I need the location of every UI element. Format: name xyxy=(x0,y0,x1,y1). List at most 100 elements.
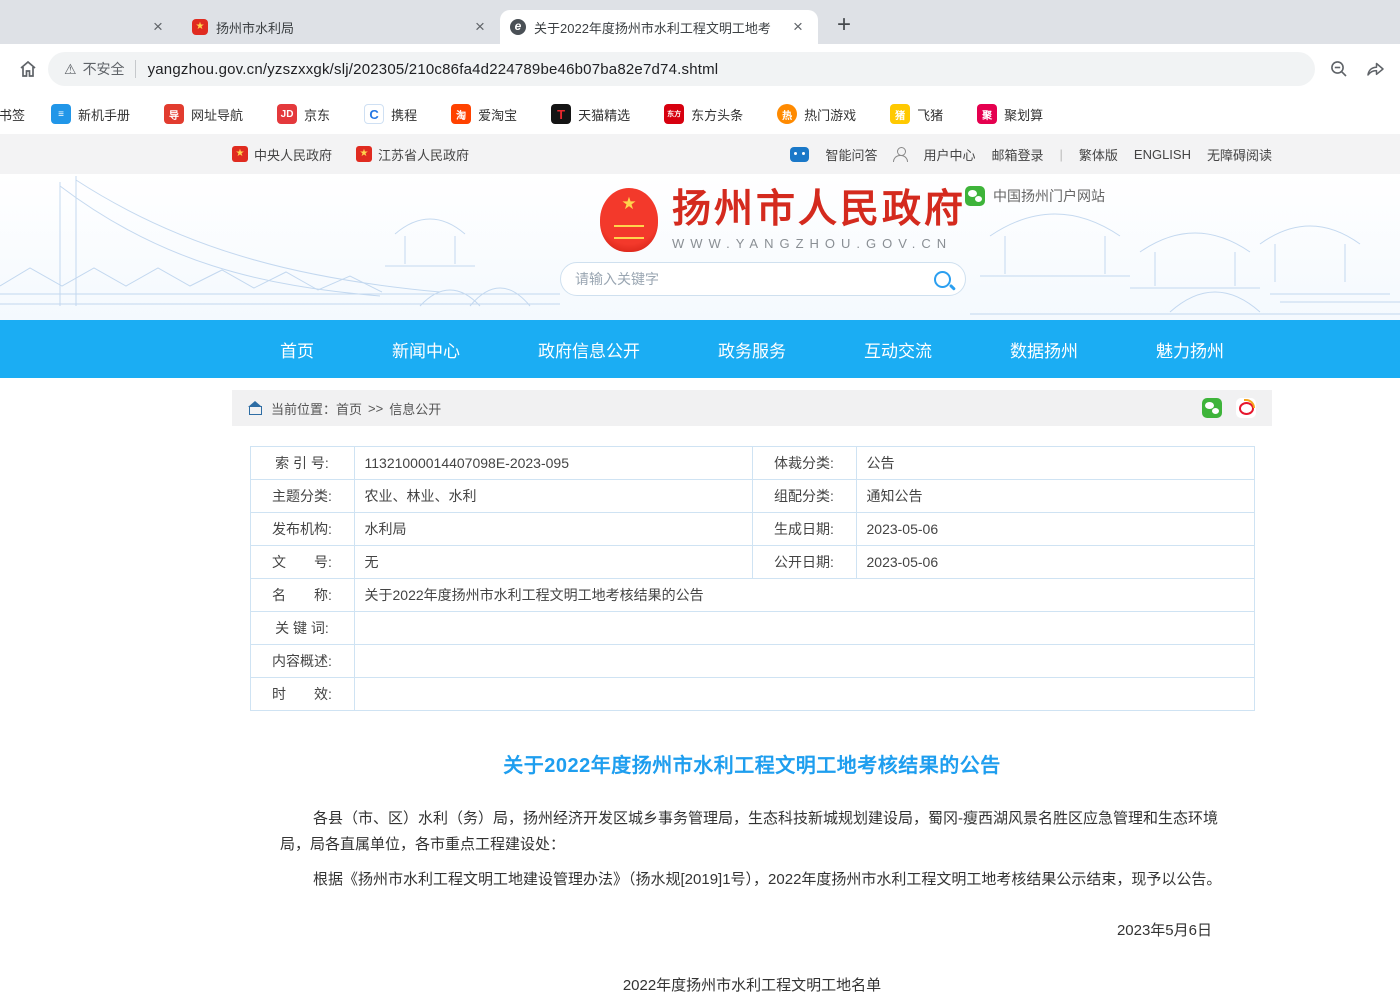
site-logo[interactable]: 扬州市人民政府 WWW.YANGZHOU.GOV.CN xyxy=(600,188,966,252)
bookmark-item[interactable]: 淘 爱淘宝 xyxy=(451,104,517,124)
home-icon[interactable] xyxy=(18,59,38,79)
bookmark-item[interactable]: ≡ 新机手册 xyxy=(51,104,130,124)
meta-value: 公告 xyxy=(856,447,1254,480)
meta-label: 组配分类: xyxy=(752,480,856,513)
nav-item-info-disclosure[interactable]: 政府信息公开 xyxy=(538,337,640,362)
table-row: 内容概述: xyxy=(250,645,1254,678)
tmall-icon: T xyxy=(551,104,571,124)
link-central-gov[interactable]: ★ 中央人民政府 xyxy=(232,145,332,164)
zoom-out-icon[interactable] xyxy=(1329,59,1349,79)
article-title: 关于2022年度扬州市水利工程文明工地考核结果的公告 xyxy=(280,749,1224,778)
meta-label: 生成日期: xyxy=(752,513,856,546)
search-icon[interactable] xyxy=(934,271,951,288)
portal-badge[interactable]: 中国扬州门户网站 xyxy=(965,186,1105,206)
games-icon: 热 xyxy=(777,104,797,124)
gov-emblem-favicon-icon: ★ xyxy=(192,19,208,35)
browser-logo-favicon-icon: e xyxy=(510,19,526,35)
smart-qa-link[interactable]: 智能问答 xyxy=(825,145,877,164)
bookmarks-bar: 机书签 ≡ 新机手册 导 网址导航 JD 京东 C 携程 淘 爱淘宝 T 天猫精… xyxy=(0,94,1400,134)
breadcrumb-prefix: 当前位置： xyxy=(271,399,336,418)
link-jiangsu-gov[interactable]: ★ 江苏省人民政府 xyxy=(356,145,469,164)
bookmark-item[interactable]: JD 京东 xyxy=(277,104,330,124)
share-icon[interactable] xyxy=(1365,59,1386,79)
portal-label: 中国扬州门户网站 xyxy=(993,186,1105,206)
url-text[interactable]: yangzhou.gov.cn/yzszxxgk/slj/202305/210c… xyxy=(148,61,719,78)
site-url: WWW.YANGZHOU.GOV.CN xyxy=(672,236,966,251)
link-label: 中央人民政府 xyxy=(254,145,332,164)
wechat-share-icon[interactable] xyxy=(1202,398,1222,418)
nav-item-services[interactable]: 政务服务 xyxy=(718,337,786,362)
link-label: 江苏省人民政府 xyxy=(378,145,469,164)
breadcrumb-home-link[interactable]: 首页 xyxy=(336,399,362,418)
meta-value xyxy=(354,612,1254,645)
bookmark-label: 机书签 xyxy=(0,105,25,124)
bookmark-item[interactable]: 猪 飞猪 xyxy=(890,104,943,124)
fliggy-icon: 猪 xyxy=(890,104,910,124)
user-icon xyxy=(893,147,907,161)
user-center-link[interactable]: 用户中心 xyxy=(923,145,975,164)
meta-label: 公开日期: xyxy=(752,546,856,579)
bookmark-item[interactable]: 东方 东方头条 xyxy=(664,104,743,124)
meta-value: 2023-05-06 xyxy=(856,546,1254,579)
close-icon[interactable]: × xyxy=(148,17,168,37)
table-row: 时 效: xyxy=(250,678,1254,711)
mail-login-link[interactable]: 邮箱登录 xyxy=(991,145,1043,164)
wechat-icon xyxy=(965,186,985,206)
bookmark-item[interactable]: 导 网址导航 xyxy=(164,104,243,124)
nav-item-home[interactable]: 首页 xyxy=(280,337,314,362)
tab-water-bureau[interactable]: ★ 扬州市水利局 × xyxy=(182,10,500,44)
main-nav: 首页 新闻中心 政府信息公开 政务服务 互动交流 数据扬州 魅力扬州 xyxy=(0,320,1400,378)
bookmark-item[interactable]: 热 热门游戏 xyxy=(777,104,856,124)
close-icon[interactable]: × xyxy=(788,17,808,37)
article-paragraph: 根据《扬州市水利工程文明工地建设管理办法》（扬水规[2019]1号），2022年… xyxy=(280,867,1224,893)
tab-active-announcement[interactable]: e 关于2022年度扬州市水利工程文明工地考 × xyxy=(500,10,818,44)
new-tab-button[interactable]: + xyxy=(830,12,858,40)
divider xyxy=(135,60,136,78)
article-body: 关于2022年度扬州市水利工程文明工地考核结果的公告 各县（市、区）水利（务）局… xyxy=(232,749,1272,995)
meta-value: 2023-05-06 xyxy=(856,513,1254,546)
english-link[interactable]: ENGLISH xyxy=(1134,147,1191,162)
traditional-link[interactable]: 繁体版 xyxy=(1079,145,1118,164)
meta-label: 发布机构: xyxy=(250,513,354,546)
divider: | xyxy=(1060,147,1063,162)
breadcrumb-current-link[interactable]: 信息公开 xyxy=(389,399,441,418)
nav-item-interaction[interactable]: 互动交流 xyxy=(864,337,932,362)
accessibility-link[interactable]: 无障碍阅读 xyxy=(1207,145,1272,164)
bookmark-label: 飞猪 xyxy=(917,105,943,124)
ctrip-icon: C xyxy=(364,104,384,124)
address-bar[interactable]: ⚠ 不安全 yangzhou.gov.cn/yzszxxgk/slj/20230… xyxy=(48,52,1315,86)
table-row: 名 称: 关于2022年度扬州市水利工程文明工地考核结果的公告 xyxy=(250,579,1254,612)
table-row: 关 键 词: xyxy=(250,612,1254,645)
bookmark-item[interactable]: 机书签 xyxy=(0,105,25,124)
bookmark-label: 携程 xyxy=(391,105,417,124)
bookmark-item[interactable]: 聚 聚划算 xyxy=(977,104,1043,124)
meta-value xyxy=(354,645,1254,678)
table-row: 索 引 号: 11321000014407098E-2023-095 体裁分类:… xyxy=(250,447,1254,480)
security-label[interactable]: 不安全 xyxy=(83,59,125,79)
weibo-share-icon[interactable] xyxy=(1236,398,1256,418)
meta-label: 关 键 词: xyxy=(250,612,354,645)
site-header: 扬州市人民政府 WWW.YANGZHOU.GOV.CN 中国扬州门户网站 xyxy=(0,174,1400,320)
bookmark-label: 东方头条 xyxy=(691,105,743,124)
browser-toolbar: ⚠ 不安全 yangzhou.gov.cn/yzszxxgk/slj/20230… xyxy=(0,44,1400,94)
nav-item-data[interactable]: 数据扬州 xyxy=(1010,337,1078,362)
bookmark-item[interactable]: T 天猫精选 xyxy=(551,104,630,124)
bookmark-item[interactable]: C 携程 xyxy=(364,104,417,124)
header-artwork-bridge xyxy=(0,174,560,320)
meta-value: 关于2022年度扬州市水利工程文明工地考核结果的公告 xyxy=(354,579,1254,612)
cropped-tab[interactable]: × xyxy=(0,10,168,44)
gov-utility-bar: ★ 中央人民政府 ★ 江苏省人民政府 智能问答 用户中心 邮箱登录 | 繁体版 … xyxy=(0,134,1400,174)
gov-emblem-icon: ★ xyxy=(232,146,248,162)
table-row: 文 号: 无 公开日期: 2023-05-06 xyxy=(250,546,1254,579)
nav-item-charm[interactable]: 魅力扬州 xyxy=(1156,337,1224,362)
jd-icon: JD xyxy=(277,104,297,124)
bookmark-label: 聚划算 xyxy=(1004,105,1043,124)
bookmark-label: 新机手册 xyxy=(78,105,130,124)
meta-label: 索 引 号: xyxy=(250,447,354,480)
nav-item-news[interactable]: 新闻中心 xyxy=(392,337,460,362)
table-row: 发布机构: 水利局 生成日期: 2023-05-06 xyxy=(250,513,1254,546)
meta-value xyxy=(354,678,1254,711)
search-input[interactable] xyxy=(575,271,934,287)
close-icon[interactable]: × xyxy=(470,17,490,37)
bookmark-label: 热门游戏 xyxy=(804,105,856,124)
